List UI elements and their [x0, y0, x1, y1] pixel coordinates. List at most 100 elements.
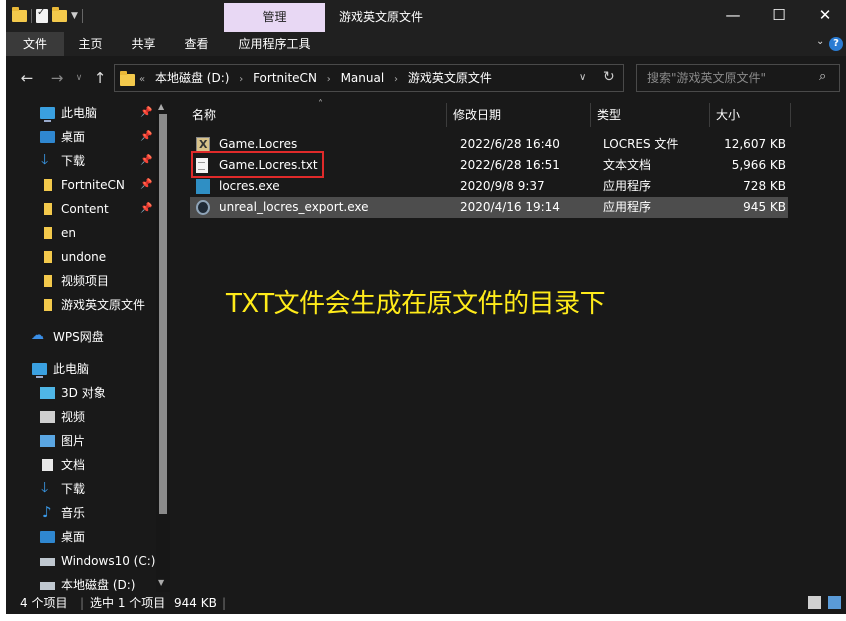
document-icon — [42, 459, 53, 471]
sidebar-item-drive-d[interactable]: 本地磁盘 (D:) — [6, 573, 156, 592]
navigation-bar: ← → ∨ ↑ « 本地磁盘 (D:) › FortniteCN › Manua… — [6, 56, 846, 100]
desktop-icon — [40, 131, 55, 143]
refresh-icon[interactable]: ↻ — [603, 69, 615, 85]
breadcrumb-overflow[interactable]: « — [139, 74, 145, 85]
locres-file-icon — [196, 134, 210, 155]
sidebar-item-undone[interactable]: undone — [6, 245, 156, 269]
column-divider[interactable] — [446, 103, 447, 127]
chevron-right-icon[interactable]: › — [239, 74, 243, 85]
maximize-button[interactable]: ☐ — [756, 0, 802, 32]
sidebar-item-label: 音乐 — [61, 506, 86, 520]
sidebar-item-videos[interactable]: 视频 — [6, 405, 156, 429]
sidebar-item-label: 视频项目 — [61, 274, 110, 288]
column-header-name[interactable]: 名称 — [192, 103, 216, 127]
sort-ascending-icon: ˄ — [318, 99, 323, 110]
up-arrow-icon[interactable]: ↑ — [89, 67, 111, 89]
annotation-text: TXT文件会生成在原文件的目录下 — [226, 289, 606, 319]
sidebar-item-label: 文档 — [61, 458, 86, 472]
file-date: 2020/4/16 19:14 — [460, 200, 560, 214]
scroll-up-icon[interactable]: ▲ — [158, 102, 164, 111]
sidebar-item-downloads-pc[interactable]: 🡓 下载 — [6, 477, 156, 501]
breadcrumb-item[interactable]: FortniteCN — [253, 71, 317, 85]
folder-icon — [12, 7, 27, 22]
close-button[interactable]: ✕ — [802, 0, 846, 32]
sidebar-item-this-pc[interactable]: 此电脑 📌 — [6, 101, 156, 125]
pin-icon: 📌 — [140, 155, 153, 166]
sidebar-item-label: WPS网盘 — [53, 330, 104, 344]
context-tab-manage[interactable]: 管理 — [224, 3, 325, 32]
breadcrumb-item[interactable]: 本地磁盘 (D:) — [155, 71, 229, 85]
tab-share[interactable]: 共享 — [117, 32, 170, 56]
tab-app-tools[interactable]: 应用程序工具 — [224, 32, 325, 56]
customize-toolbar-icon[interactable]: ▼ — [71, 11, 78, 21]
file-size: 12,607 KB — [724, 137, 786, 151]
column-header-date[interactable]: 修改日期 — [453, 103, 501, 127]
minimize-button[interactable]: — — [710, 0, 756, 32]
search-icon[interactable]: ⌕ — [819, 69, 826, 84]
unreal-exe-icon — [196, 200, 210, 215]
folder-icon — [44, 251, 52, 263]
sidebar-item-downloads[interactable]: 🡓 下载 📌 — [6, 149, 156, 173]
chevron-down-icon[interactable]: ∨ — [579, 72, 586, 83]
sidebar-item-3d-objects[interactable]: 3D 对象 — [6, 381, 156, 405]
sidebar-item-drive-c[interactable]: Windows10 (C:) — [6, 549, 156, 573]
sidebar-item-label: 此电脑 — [61, 106, 98, 120]
file-type: 应用程序 — [603, 200, 652, 214]
address-bar[interactable]: « 本地磁盘 (D:) › FortniteCN › Manual › 游戏英文… — [114, 64, 624, 92]
breadcrumb-item[interactable]: 游戏英文原文件 — [408, 71, 492, 85]
new-folder-icon[interactable] — [52, 7, 67, 22]
breadcrumb-item[interactable]: Manual — [341, 71, 385, 85]
column-header-size[interactable]: 大小 — [716, 103, 740, 127]
search-box[interactable]: 搜索"游戏英文原文件" ⌕ — [636, 64, 840, 92]
quick-access-toolbar: ▼ — [12, 6, 83, 26]
column-divider[interactable] — [790, 103, 791, 127]
selection-size: 944 KB — [174, 596, 217, 610]
file-size: 728 KB — [743, 179, 786, 193]
chevron-right-icon[interactable]: › — [394, 74, 398, 85]
sidebar-item-en[interactable]: en — [6, 221, 156, 245]
properties-icon[interactable] — [36, 7, 48, 23]
sidebar-item-documents[interactable]: 文档 — [6, 453, 156, 477]
tab-home[interactable]: 主页 — [64, 32, 117, 56]
search-placeholder[interactable]: 搜索"游戏英文原文件" — [647, 65, 766, 91]
title-bar: ▼ 管理 游戏英文原文件 — ☐ ✕ — [6, 0, 846, 32]
details-view-icon[interactable] — [808, 596, 821, 609]
sidebar-item-pictures[interactable]: 图片 — [6, 429, 156, 453]
download-icon: 🡓 — [41, 152, 49, 168]
explorer-window: ▼ 管理 游戏英文原文件 — ☐ ✕ 文件 主页 共享 查看 应用程序工具 ⌄ … — [6, 0, 846, 614]
scroll-down-icon[interactable]: ▼ — [158, 578, 164, 587]
tab-view[interactable]: 查看 — [170, 32, 223, 56]
scrollbar-thumb[interactable] — [159, 114, 167, 514]
sidebar-item-music[interactable]: ♪ 音乐 — [6, 501, 156, 525]
column-divider[interactable] — [709, 103, 710, 127]
desktop-icon — [40, 531, 55, 543]
file-type: 应用程序 — [603, 179, 652, 193]
sidebar-item-desktop-pc[interactable]: 桌面 — [6, 525, 156, 549]
music-icon: ♪ — [42, 503, 52, 521]
sidebar-item-label: 此电脑 — [53, 362, 90, 376]
sidebar-item-fortnitecn[interactable]: FortniteCN 📌 — [6, 173, 156, 197]
expand-ribbon-icon[interactable]: ⌄ — [816, 36, 824, 47]
sidebar-item-game-source[interactable]: 游戏英文原文件 — [6, 293, 156, 317]
sidebar-scrollbar[interactable]: ▲ ▼ — [156, 100, 170, 592]
tab-file[interactable]: 文件 — [6, 32, 64, 56]
sidebar-item-label: Windows10 (C:) — [61, 554, 156, 568]
file-row[interactable]: locres.exe 2020/9/8 9:37 应用程序 728 KB — [190, 176, 788, 197]
column-divider[interactable] — [590, 103, 591, 127]
column-header-type[interactable]: 类型 — [597, 103, 621, 127]
status-divider: | — [80, 596, 85, 610]
help-icon[interactable]: ? — [829, 37, 843, 51]
status-bar: 4 个项目 | 选中 1 个项目 944 KB | — [6, 592, 846, 614]
chevron-right-icon[interactable]: › — [327, 74, 331, 85]
forward-arrow-icon[interactable]: → — [46, 67, 68, 89]
sidebar-item-wps[interactable]: ☁ WPS网盘 — [6, 325, 156, 349]
file-row[interactable]: unreal_locres_export.exe 2020/4/16 19:14… — [190, 197, 788, 218]
sidebar-item-video-projects[interactable]: 视频项目 — [6, 269, 156, 293]
large-icons-view-icon[interactable] — [828, 596, 841, 609]
recent-locations-icon[interactable]: ∨ — [68, 67, 90, 89]
back-arrow-icon[interactable]: ← — [16, 67, 38, 89]
sidebar-item-this-pc-root[interactable]: 此电脑 — [6, 357, 156, 381]
sidebar-item-label: 桌面 — [61, 530, 86, 544]
sidebar-item-desktop[interactable]: 桌面 📌 — [6, 125, 156, 149]
sidebar-item-content[interactable]: Content 📌 — [6, 197, 156, 221]
